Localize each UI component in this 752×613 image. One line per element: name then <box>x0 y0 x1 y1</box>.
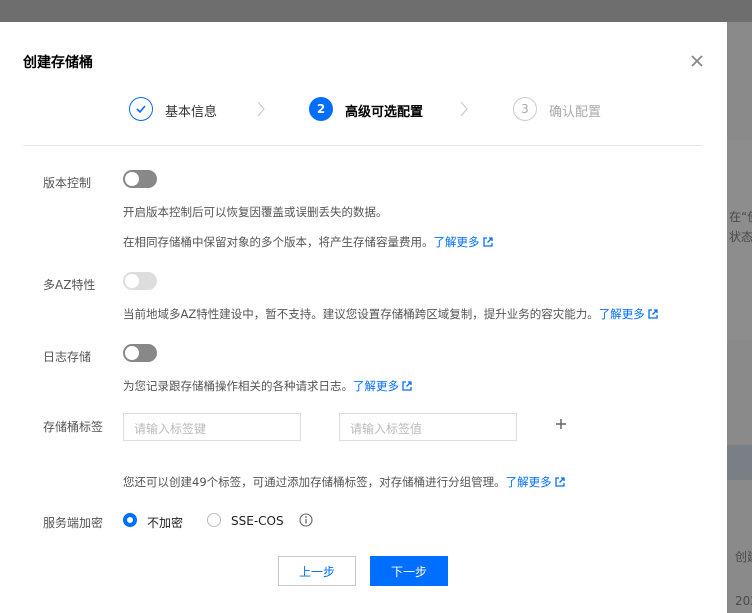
radio-sse-cos[interactable] <box>207 513 221 527</box>
external-link-icon <box>402 381 412 391</box>
multi-az-label: 多AZ特性 <box>43 278 96 292</box>
close-button[interactable] <box>688 52 706 70</box>
versioning-label: 版本控制 <box>43 176 92 190</box>
encryption-label: 服务端加密 <box>43 516 104 530</box>
background-top-bar <box>0 0 752 22</box>
next-button[interactable]: 下一步 <box>370 556 448 586</box>
step-indicator: 基本信息 2 高级可选配置 3 确认配置 <box>0 96 727 126</box>
tags-desc: 您还可以创建49个标签，可通过添加存储桶标签，对存储桶进行分组管理。了解更多 <box>123 474 565 490</box>
radio-no-encryption-label[interactable]: 不加密 <box>147 514 183 531</box>
dialog-title: 创建存储桶 <box>23 55 93 71</box>
multi-az-toggle[interactable] <box>123 272 157 290</box>
logging-learn-more-link[interactable]: 了解更多 <box>353 379 412 393</box>
external-link-icon <box>554 477 565 487</box>
background-text: 创建 <box>735 550 752 564</box>
step-2-label: 高级可选配置 <box>345 105 424 120</box>
close-icon <box>691 55 703 67</box>
logging-desc: 为您记录跟存储桶操作相关的各种请求日志。了解更多 <box>123 378 412 394</box>
background-text: 在“使 <box>729 210 752 224</box>
external-link-icon <box>648 309 658 319</box>
tag-value-input[interactable]: 请输入标签值 <box>339 413 517 441</box>
step-1-circle <box>129 97 153 121</box>
versioning-desc-2: 在相同存储桶中保留对象的多个版本，将产生存储容量费用。了解更多 <box>123 234 493 250</box>
tags-label: 存储桶标签 <box>43 420 104 434</box>
versioning-desc-1: 开启版本控制后可以恢复因覆盖或误删丢失的数据。 <box>123 205 388 219</box>
chevron-right-icon <box>257 101 265 117</box>
logging-toggle[interactable] <box>123 344 157 362</box>
step-1-label: 基本信息 <box>165 105 218 120</box>
prev-button[interactable]: 上一步 <box>278 556 356 586</box>
step-2-circle: 2 <box>309 97 333 121</box>
header-divider <box>23 145 703 146</box>
tags-learn-more-link[interactable]: 了解更多 <box>506 475 565 489</box>
plus-icon[interactable] <box>555 418 567 430</box>
background-text: 状态 <box>729 230 752 244</box>
check-icon <box>136 105 146 114</box>
multi-az-learn-more-link[interactable]: 了解更多 <box>599 307 658 321</box>
versioning-learn-more-link[interactable]: 了解更多 <box>434 235 493 249</box>
versioning-toggle[interactable] <box>123 170 157 188</box>
background-table-header <box>727 445 752 480</box>
multi-az-desc: 当前地域多AZ特性建设中，暂不支持。建议您设置存储桶跨区域复制，提升业务的容灾能… <box>123 306 658 322</box>
chevron-right-icon <box>460 101 468 117</box>
create-bucket-dialog: 创建存储桶 基本信息 2 高级可选配置 3 确认配置 版本控制 开启版本控制后可… <box>0 22 727 613</box>
radio-no-encryption[interactable] <box>123 513 137 527</box>
logging-label: 日志存储 <box>43 350 92 364</box>
radio-sse-cos-label[interactable]: SSE-COS <box>231 514 284 528</box>
step-3-label: 确认配置 <box>549 105 602 120</box>
background-text: 202 <box>735 594 752 608</box>
info-icon[interactable] <box>299 513 313 527</box>
external-link-icon <box>482 237 493 247</box>
tag-key-input[interactable]: 请输入标签键 <box>123 413 301 441</box>
step-3-circle: 3 <box>513 97 537 121</box>
